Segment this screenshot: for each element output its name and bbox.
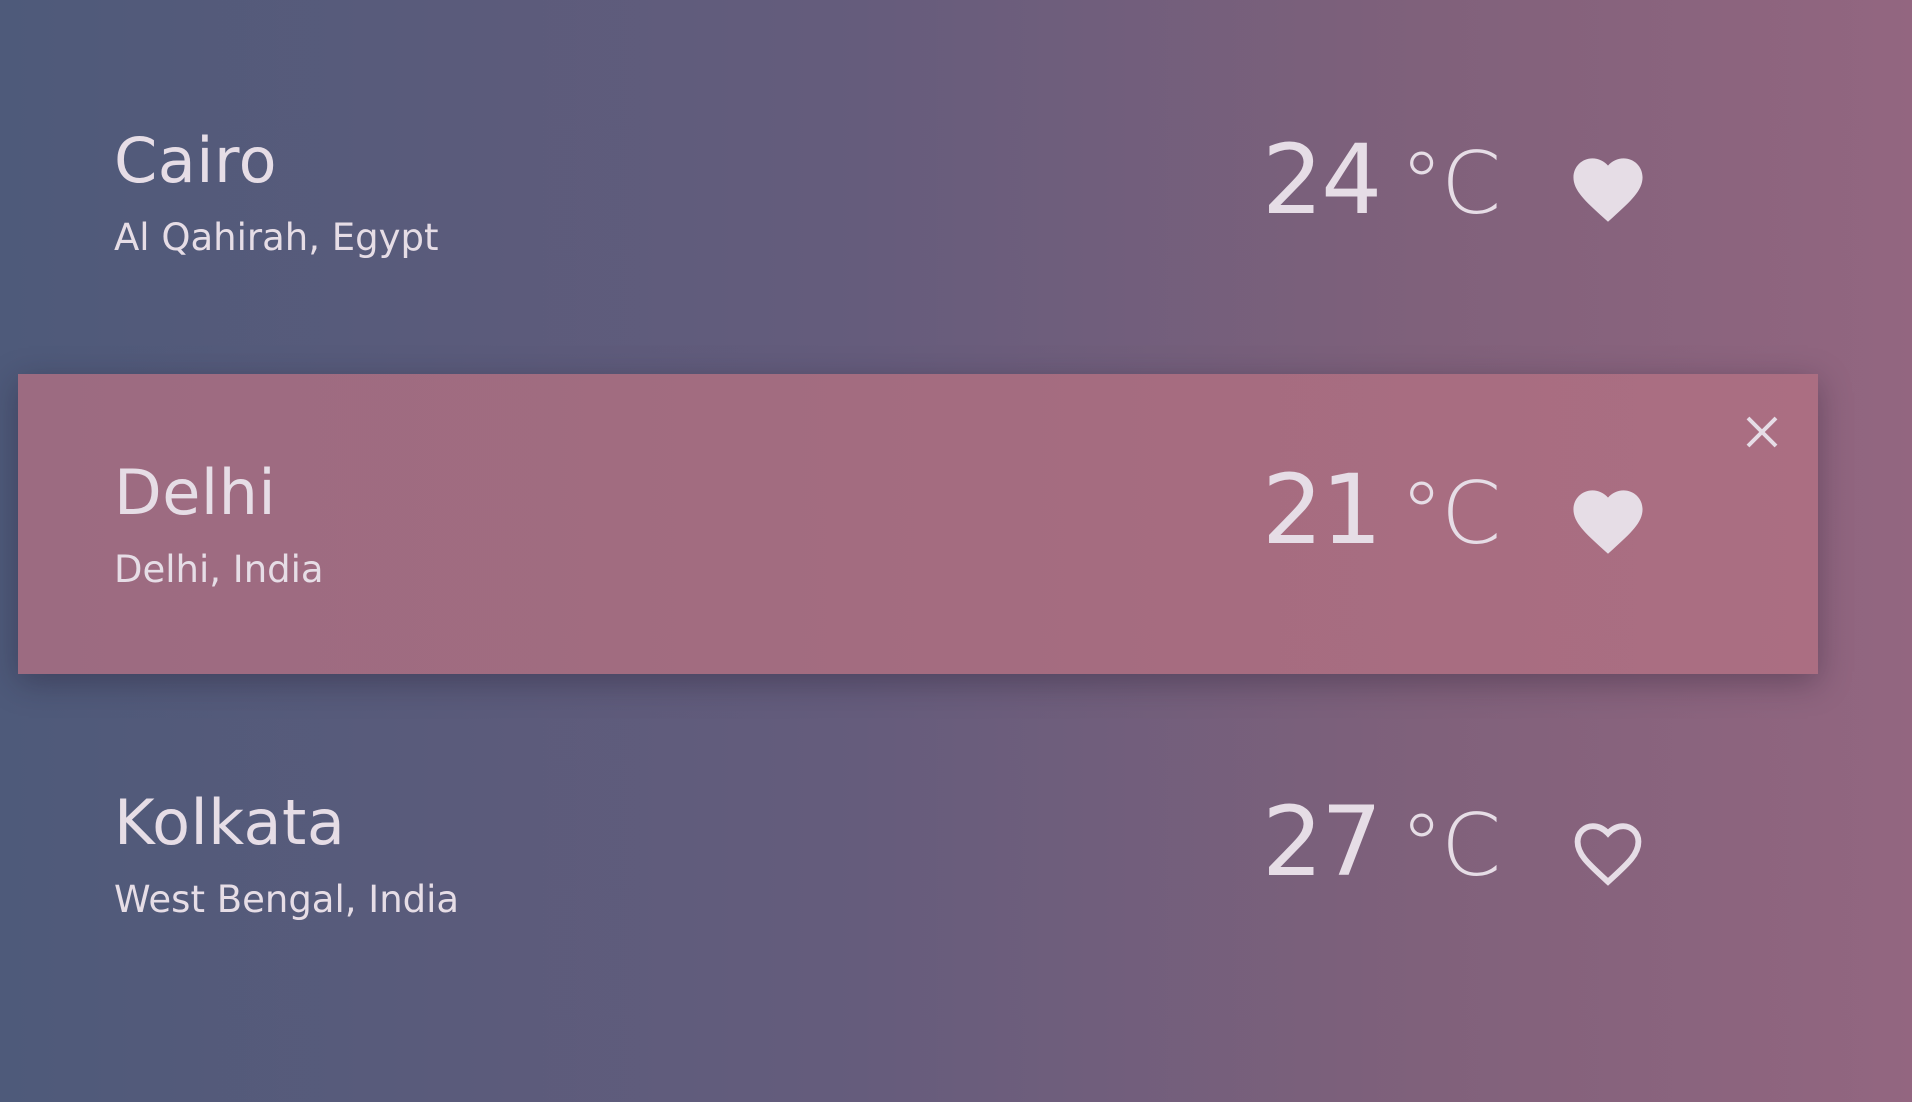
location-list: Cairo Al Qahirah, Egypt 24 °C Delhi Delhi…	[18, 0, 1818, 1006]
heart-filled-icon	[1573, 158, 1643, 222]
temperature-unit: °C	[1400, 796, 1501, 896]
city-region: Delhi, India	[114, 548, 324, 591]
city-region: Al Qahirah, Egypt	[114, 216, 439, 259]
favorite-button[interactable]	[1566, 480, 1650, 556]
close-button[interactable]	[1740, 410, 1784, 454]
favorite-button[interactable]	[1566, 148, 1650, 224]
location-row-kolkata[interactable]: Kolkata West Bengal, India 27 °C	[18, 706, 1818, 1006]
temperature-value: 21	[1262, 454, 1382, 566]
temperature: 21 °C	[1262, 454, 1501, 566]
heart-outline-icon	[1574, 823, 1642, 886]
heart-filled-icon	[1573, 490, 1643, 554]
close-icon	[1746, 416, 1778, 448]
city-region: West Bengal, India	[114, 878, 460, 921]
city-name: Kolkata	[114, 786, 346, 859]
location-row-cairo[interactable]: Cairo Al Qahirah, Egypt 24 °C	[18, 0, 1818, 342]
temperature: 24 °C	[1262, 124, 1501, 236]
city-name: Cairo	[114, 124, 278, 197]
temperature-unit: °C	[1400, 134, 1501, 234]
location-row-delhi[interactable]: Delhi Delhi, India 21 °C	[18, 374, 1818, 674]
temperature-value: 27	[1262, 786, 1382, 898]
favorite-button[interactable]	[1566, 812, 1650, 888]
temperature-unit: °C	[1400, 464, 1501, 564]
temperature-value: 24	[1262, 124, 1382, 236]
city-name: Delhi	[114, 456, 277, 529]
temperature: 27 °C	[1262, 786, 1501, 898]
